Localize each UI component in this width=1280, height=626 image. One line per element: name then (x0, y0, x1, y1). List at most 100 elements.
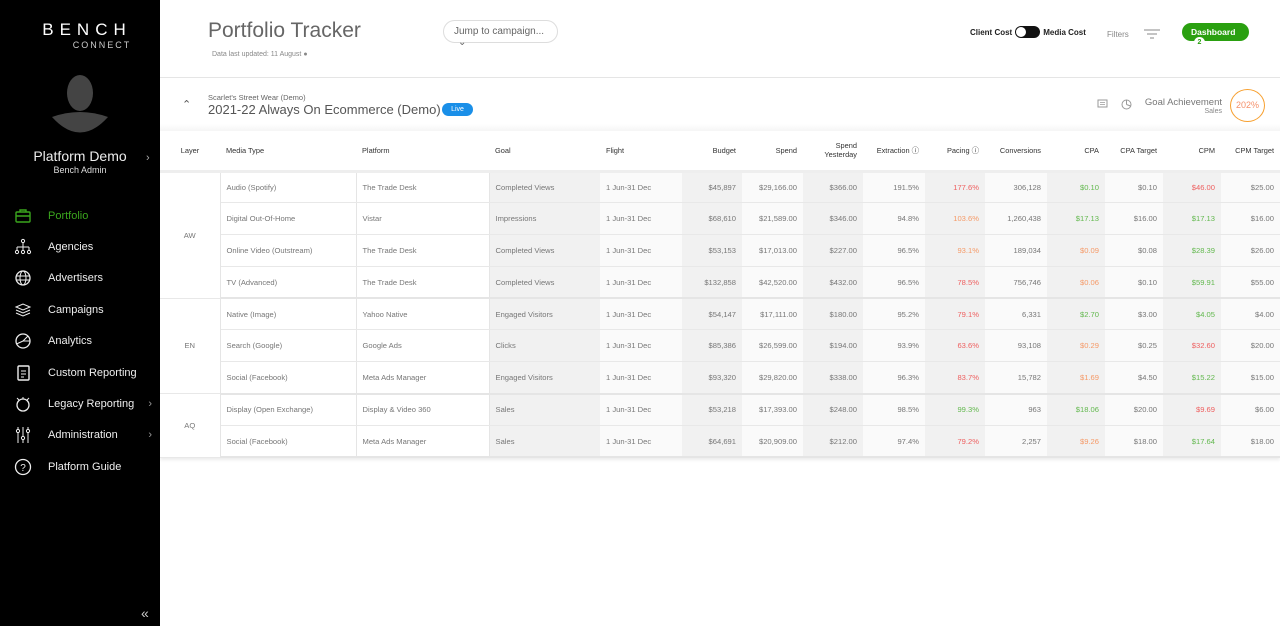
dashboard-button[interactable]: Dashboard2 (1182, 23, 1249, 48)
column-header[interactable]: CPM (1163, 131, 1221, 173)
table-row[interactable]: EN Native (Image) Yahoo Native Engaged Visi… (160, 298, 1280, 395)
collapse-campaign-icon[interactable]: ⌃ (182, 98, 191, 111)
cpm-target-cell: $55.00 (1221, 266, 1280, 300)
cpa-target-cell: $18.00 (1105, 425, 1163, 459)
table-row[interactable]: AQ Display (Open Exchange) Display & Video… (160, 393, 1280, 458)
cpm-target-cell: $16.00 (1221, 202, 1280, 236)
column-header[interactable]: CPA Target (1105, 131, 1163, 173)
flight-cell: 1 Jun-31 Dec (600, 202, 682, 236)
cpa-cell: $9.26 (1047, 425, 1105, 459)
jump-to-campaign-select[interactable]: Jump to campaign... ⌄ (443, 20, 558, 48)
pacing-cell: 93.1% (925, 234, 985, 267)
sidebar-item-agencies[interactable]: Agencies (0, 231, 160, 262)
budget-cell: $93,320 (682, 361, 742, 395)
pacing-cell: 79.1% (925, 298, 985, 331)
sidebar-item-custom-reporting[interactable]: Custom Reporting (0, 357, 160, 388)
budget-cell: $53,153 (682, 234, 742, 267)
cpa-cell: $18.06 (1047, 393, 1105, 426)
cpm-target-cell: $20.00 (1221, 329, 1280, 363)
spend-cell: $17,393.00 (742, 393, 803, 426)
pacing-cell: 177.6% (925, 171, 985, 204)
cpm-target-cell: $15.00 (1221, 361, 1280, 395)
sidebar-item-legacy-reporting[interactable]: Legacy Reporting › (0, 388, 160, 419)
goal-cell: Completed Views (489, 266, 600, 300)
campaign-name[interactable]: 2021-22 Always On Ecommerce (Demo) (208, 102, 441, 117)
column-header[interactable]: Extraction ⓘ (863, 131, 925, 173)
column-header[interactable]: Goal (489, 131, 600, 173)
sidebar-item-campaigns[interactable]: Campaigns (0, 294, 160, 325)
logo[interactable]: BENCH CONNECT (37, 20, 137, 50)
pacing-cell: 99.3% (925, 393, 985, 426)
logo-subtext: CONNECT (72, 40, 132, 50)
table-row[interactable]: TV (Advanced) The Trade Desk Completed Vie… (160, 266, 1280, 300)
cpa-cell: $0.06 (1047, 266, 1105, 300)
budget-cell: $64,691 (682, 425, 742, 459)
spend-cell: $42,520.00 (742, 266, 803, 300)
column-header[interactable]: CPA (1047, 131, 1105, 173)
cpa-cell: $2.70 (1047, 298, 1105, 331)
sidebar-item-platform-guide[interactable]: ? Platform Guide (0, 451, 160, 482)
collapse-sidebar-icon[interactable]: « (141, 605, 149, 621)
platform-cell: Yahoo Native (356, 298, 490, 331)
help-icon[interactable]: ● (303, 51, 307, 58)
avatar[interactable] (52, 73, 108, 135)
svg-text:?: ? (20, 463, 26, 474)
sidebar-item-administration[interactable]: Administration › (0, 420, 160, 451)
sidebar-nav: Portfolio Agencies Advertisers Campaigns Ana… (0, 200, 160, 483)
cpa-target-cell: $4.50 (1105, 361, 1163, 395)
sidebar-item-advertisers[interactable]: Advertisers (0, 263, 160, 294)
column-header[interactable]: Spend Yesterday (803, 131, 863, 173)
column-header[interactable]: Conversions (985, 131, 1047, 173)
spend-yesterday-cell: $194.00 (803, 329, 863, 363)
spend-cell: $20,909.00 (742, 425, 803, 459)
extraction-cell: 96.5% (863, 234, 925, 267)
pie-chart-icon[interactable] (1121, 99, 1132, 110)
document-icon (17, 364, 30, 381)
table-row[interactable]: Digital Out-Of-Home Vistar Impressions 1 Ju… (160, 202, 1280, 236)
column-header[interactable]: CPM Target (1221, 131, 1280, 173)
chevron-right-icon[interactable]: › (146, 152, 150, 164)
filters-button[interactable]: Filters (1107, 28, 1161, 40)
table-row[interactable]: AW Audio (Spotify) The Trade Desk Completed… (160, 171, 1280, 299)
extraction-cell: 191.5% (863, 171, 925, 204)
sidebar-item-portfolio[interactable]: Portfolio (0, 200, 160, 231)
user-name[interactable]: Platform Demo (0, 148, 160, 164)
column-header[interactable]: Budget (682, 131, 742, 173)
conversions-cell: 306,128 (985, 171, 1047, 204)
layers-icon (14, 303, 32, 317)
platform-cell: The Trade Desk (356, 171, 490, 204)
chevron-right-icon[interactable]: › (148, 429, 152, 441)
platform-cell: Google Ads (356, 329, 490, 363)
sidebar-item-analytics[interactable]: Analytics (0, 326, 160, 357)
briefcase-icon (15, 208, 31, 223)
spend-cell: $21,589.00 (742, 202, 803, 236)
flight-cell: 1 Jun-31 Dec (600, 234, 682, 267)
table-row[interactable]: Search (Google) Google Ads Clicks 1 Jun-31 … (160, 329, 1280, 363)
flight-cell: 1 Jun-31 Dec (600, 171, 682, 204)
column-header[interactable]: Spend (742, 131, 803, 173)
chevron-right-icon[interactable]: › (148, 398, 152, 410)
cpa-cell: $0.10 (1047, 171, 1105, 204)
sidebar-item-label: Custom Reporting (48, 366, 137, 379)
column-header[interactable]: Flight (600, 131, 682, 173)
user-role: Bench Admin (53, 165, 107, 175)
table-row[interactable]: Social (Facebook) Meta Ads Manager Sales 1 … (160, 425, 1280, 459)
column-header[interactable]: Layer (160, 131, 220, 173)
platform-cell: Display & Video 360 (356, 393, 490, 426)
column-header[interactable]: Platform (356, 131, 489, 173)
goal-cell: Impressions (489, 202, 600, 236)
conversions-cell: 756,746 (985, 266, 1047, 300)
cpm-cell: $59.91 (1163, 266, 1221, 300)
column-header[interactable]: Pacing ⓘ (925, 131, 985, 173)
cost-toggle[interactable] (1015, 26, 1041, 38)
table-row[interactable]: Online Video (Outstream) The Trade Desk Co… (160, 234, 1280, 267)
goal-cell: Completed Views (489, 171, 600, 204)
comment-icon[interactable] (1097, 99, 1108, 110)
cpm-target-cell: $6.00 (1221, 393, 1280, 426)
column-header[interactable]: Media Type (220, 131, 356, 173)
table-row[interactable]: Social (Facebook) Meta Ads Manager Engaged… (160, 361, 1280, 395)
dashboard-count-badge: 2 (1194, 37, 1205, 48)
conversions-cell: 93,108 (985, 329, 1047, 363)
extraction-cell: 94.8% (863, 202, 925, 236)
cpm-cell: $15.22 (1163, 361, 1221, 395)
